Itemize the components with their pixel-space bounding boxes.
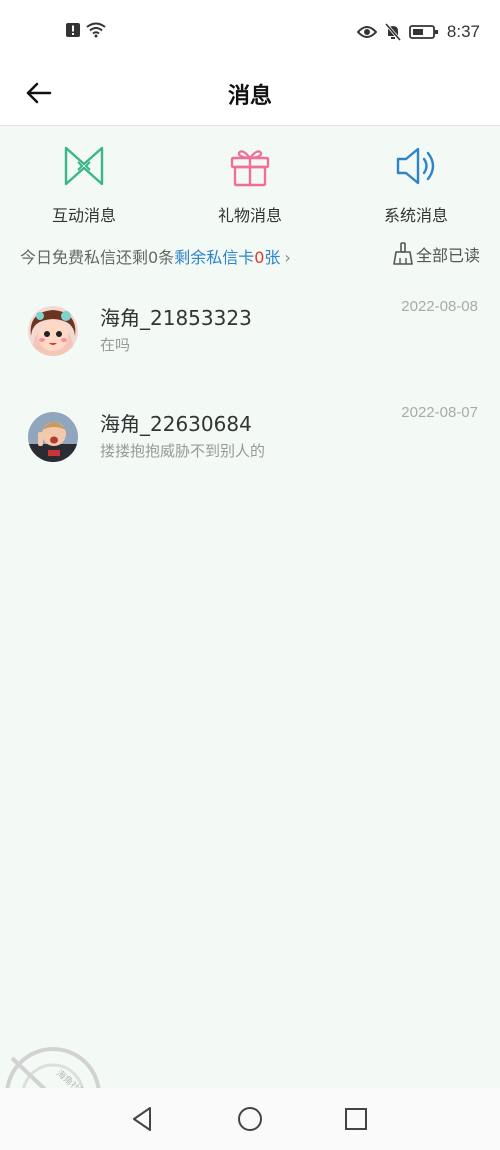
message-card-suffix: 张 <box>264 248 281 267</box>
nav-home-circle-icon[interactable] <box>235 1104 265 1134</box>
eye-icon <box>356 26 377 38</box>
message-date: 2022-08-07 <box>401 404 478 421</box>
message-date: 2022-08-08 <box>401 298 478 315</box>
gift-messages-button[interactable]: 礼物消息 <box>190 144 310 226</box>
avatar-image <box>28 412 78 462</box>
status-time: 8:37 <box>446 22 480 41</box>
nav-recents-square-icon[interactable] <box>341 1104 371 1134</box>
wifi-icon <box>86 22 106 38</box>
avatar[interactable] <box>28 412 78 462</box>
message-card-link[interactable]: 剩余私信卡0张 <box>174 248 280 267</box>
alert-icon <box>66 23 80 37</box>
interaction-icon <box>64 146 104 186</box>
message-item[interactable]: 海角_21853323 在吗 2022-08-08 <box>0 290 500 396</box>
message-sender-name: 海角_21853323 <box>100 306 252 330</box>
quick-actions: 互动消息 礼物消息 系统消息 <box>0 126 500 230</box>
message-preview: 搂搂抱抱威胁不到别人的 <box>100 442 266 460</box>
mark-all-read-label: 全部已读 <box>415 246 480 265</box>
gift-messages-label: 礼物消息 <box>217 206 282 225</box>
system-messages-label: 系统消息 <box>383 206 448 225</box>
system-messages-button[interactable]: 系统消息 <box>356 144 476 226</box>
message-card-count: 0 <box>254 248 265 267</box>
avatar-image <box>28 306 78 356</box>
status-bar: 8:37 <box>0 0 500 64</box>
message-card-prefix: 剩余私信卡 <box>174 248 255 267</box>
chevron-right-icon[interactable]: › <box>284 248 290 267</box>
speaker-icon <box>396 147 435 185</box>
message-list: 海角_21853323 在吗 2022-08-08 海角_22630684 搂搂… <box>0 290 500 502</box>
free-messages-text: 今日免费私信还剩0条 <box>20 248 175 267</box>
avatar[interactable] <box>28 306 78 356</box>
message-item[interactable]: 海角_22630684 搂搂抱抱威胁不到别人的 2022-08-07 <box>0 396 500 502</box>
message-sender-name: 海角_22630684 <box>100 412 252 436</box>
page-title: 消息 <box>227 84 272 109</box>
nav-back-triangle-icon[interactable] <box>128 1104 158 1134</box>
notice-left: 今日免费私信还剩0条剩余私信卡0张 › <box>20 244 291 268</box>
mute-bell-icon <box>384 23 401 41</box>
message-preview: 在吗 <box>100 336 131 354</box>
navigation-bar <box>0 1088 500 1150</box>
battery-icon <box>409 25 438 39</box>
gift-icon <box>230 150 270 187</box>
interaction-messages-label: 互动消息 <box>51 206 116 225</box>
mark-all-read-button[interactable]: 全部已读 <box>393 242 480 266</box>
status-left <box>66 22 106 38</box>
status-right: 8:37 <box>356 22 480 42</box>
broom-icon <box>393 242 413 265</box>
interaction-messages-button[interactable]: 互动消息 <box>24 144 144 226</box>
private-message-notice: 今日免费私信还剩0条剩余私信卡0张 › 全部已读 <box>20 240 480 270</box>
header: 消息 <box>0 64 500 126</box>
